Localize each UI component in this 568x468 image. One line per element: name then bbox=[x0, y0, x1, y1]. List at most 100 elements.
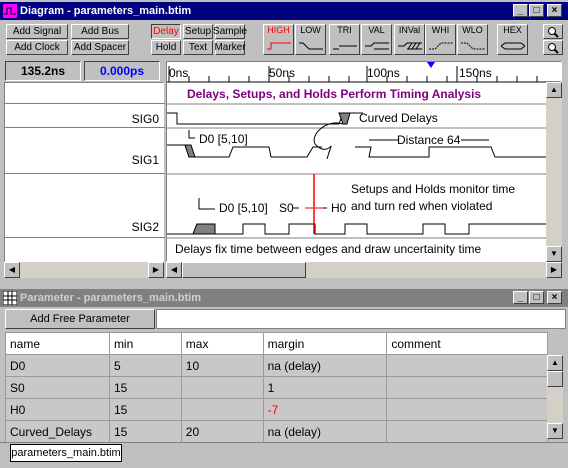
add-bus-button[interactable]: Add Bus bbox=[71, 24, 129, 39]
cell-comment[interactable] bbox=[386, 398, 548, 421]
wave-scroll-down-button[interactable]: ▼ bbox=[546, 246, 562, 262]
cell-max[interactable] bbox=[180, 376, 264, 399]
low-wave-label: LOW bbox=[300, 25, 321, 35]
marker-button[interactable]: Marker bbox=[214, 40, 246, 55]
cell-comment[interactable] bbox=[386, 376, 548, 399]
timing-heading: Delays, Setups, and Holds Perform Timing… bbox=[187, 87, 482, 101]
table-vscrollbar[interactable]: ▲ ▼ bbox=[547, 355, 563, 439]
inval-wave-icon bbox=[398, 42, 422, 50]
header-name[interactable]: name bbox=[5, 332, 110, 355]
wlo-wave-button[interactable]: WLO bbox=[457, 24, 488, 55]
table-scroll-thumb[interactable] bbox=[547, 371, 563, 387]
cell-name[interactable]: D0 bbox=[5, 354, 110, 377]
table-row[interactable]: H0 15 -7 bbox=[5, 398, 548, 421]
cell-name[interactable]: H0 bbox=[5, 398, 110, 421]
wave-scroll-right-button[interactable]: ▶ bbox=[546, 262, 562, 278]
add-spacer-button[interactable]: Add Spacer bbox=[71, 40, 129, 55]
wlo-wave-icon bbox=[461, 42, 485, 50]
cell-margin: 1 bbox=[262, 376, 388, 399]
sig1-waveform[interactable] bbox=[167, 144, 562, 158]
val-wave-label: VAL bbox=[368, 25, 385, 35]
spacer-row bbox=[5, 83, 165, 104]
time-marker-icon[interactable] bbox=[427, 62, 435, 68]
cell-max[interactable] bbox=[180, 398, 264, 421]
parameter-title-bar[interactable]: Parameter - parameters_main.btim _ □ × bbox=[0, 289, 568, 307]
text-button[interactable]: Text bbox=[183, 40, 213, 55]
cell-margin-violated: -7 bbox=[262, 398, 388, 421]
close-button[interactable]: × bbox=[547, 4, 562, 17]
high-wave-icon bbox=[267, 42, 291, 50]
table-row[interactable]: Curved_Delays 15 20 na (delay) bbox=[5, 420, 548, 443]
signal-panel-scrollbar[interactable]: ◀ ▶ bbox=[4, 262, 164, 278]
table-scroll-up-button[interactable]: ▲ bbox=[547, 355, 563, 371]
minimize-button[interactable]: _ bbox=[513, 4, 528, 17]
whi-wave-icon bbox=[429, 42, 453, 50]
scroll-left-button[interactable]: ◀ bbox=[4, 262, 20, 278]
header-min[interactable]: min bbox=[108, 332, 182, 355]
hold-button[interactable]: Hold bbox=[151, 40, 181, 55]
signal-sig1[interactable]: SIG1 bbox=[5, 128, 165, 174]
high-wave-button[interactable]: HIGH bbox=[263, 24, 294, 55]
cell-max[interactable]: 10 bbox=[180, 354, 264, 377]
table-row[interactable]: S0 15 1 bbox=[5, 376, 548, 399]
cell-name[interactable]: S0 bbox=[5, 376, 110, 399]
signal-sig2[interactable]: SIG2 bbox=[5, 174, 165, 238]
add-clock-button[interactable]: Add Clock bbox=[6, 40, 68, 55]
wave-scroll-thumb[interactable] bbox=[182, 262, 306, 278]
param-close-button[interactable]: × bbox=[547, 291, 562, 304]
cell-margin: na (delay) bbox=[262, 420, 388, 443]
table-icon bbox=[3, 291, 17, 305]
curved-delays-label: Curved Delays bbox=[359, 111, 438, 125]
cell-max[interactable]: 20 bbox=[180, 420, 264, 443]
cell-comment[interactable] bbox=[386, 420, 548, 443]
hex-wave-label: HEX bbox=[503, 25, 522, 35]
parameter-edit-field[interactable] bbox=[156, 309, 566, 329]
wave-scroll-up-button[interactable]: ▲ bbox=[546, 82, 562, 98]
ruler-label-50ns: 50ns bbox=[269, 66, 296, 80]
scroll-right-button[interactable]: ▶ bbox=[148, 262, 164, 278]
sample-button[interactable]: Sample bbox=[213, 24, 247, 39]
waveform-vscrollbar[interactable]: ▲ ▼ bbox=[546, 82, 562, 262]
add-signal-button[interactable]: Add Signal bbox=[6, 24, 68, 39]
header-margin[interactable]: margin bbox=[262, 332, 388, 355]
cell-min[interactable]: 5 bbox=[108, 354, 182, 377]
header-max[interactable]: max bbox=[180, 332, 264, 355]
setup-button[interactable]: Setup bbox=[183, 24, 213, 39]
sig0-waveform[interactable] bbox=[167, 112, 363, 125]
param-minimize-button[interactable]: _ bbox=[513, 291, 528, 304]
diagram-title-bar[interactable]: Diagram - parameters_main.btim _ □ × bbox=[0, 2, 568, 20]
cell-min[interactable]: 15 bbox=[108, 376, 182, 399]
cell-min[interactable]: 15 bbox=[108, 420, 182, 443]
table-row[interactable]: D0 5 10 na (delay) bbox=[5, 354, 548, 377]
high-wave-label: HIGH bbox=[267, 25, 290, 35]
cell-name[interactable]: Curved_Delays bbox=[5, 420, 110, 443]
maximize-button[interactable]: □ bbox=[529, 4, 544, 17]
zoom-out-button[interactable] bbox=[543, 40, 563, 55]
zoom-in-button[interactable] bbox=[543, 24, 563, 39]
add-free-parameter-button[interactable]: Add Free Parameter bbox=[5, 309, 155, 329]
whi-wave-button[interactable]: WHI bbox=[425, 24, 456, 55]
header-comment[interactable]: comment bbox=[386, 332, 548, 355]
diagram-window-title: Diagram - parameters_main.btim bbox=[20, 5, 192, 17]
table-scroll-down-button[interactable]: ▼ bbox=[547, 423, 563, 439]
inval-wave-button[interactable]: INVal bbox=[394, 24, 425, 55]
delta-readout: 0.000ps bbox=[84, 61, 160, 81]
param-maximize-button[interactable]: □ bbox=[529, 291, 544, 304]
wave-scroll-left-button[interactable]: ◀ bbox=[166, 262, 182, 278]
low-wave-button[interactable]: LOW bbox=[295, 24, 326, 55]
signal-sig0[interactable]: SIG0 bbox=[5, 104, 165, 128]
tab-parameters-main[interactable]: parameters_main.btim bbox=[10, 444, 122, 462]
waveform-hscrollbar[interactable]: ◀ ▶ bbox=[166, 262, 562, 278]
tri-wave-button[interactable]: TRI bbox=[329, 24, 360, 55]
val-wave-button[interactable]: VAL bbox=[361, 24, 392, 55]
sig2-waveform[interactable] bbox=[167, 223, 562, 235]
delay-button[interactable]: Delay bbox=[151, 24, 181, 39]
hex-wave-button[interactable]: HEX bbox=[497, 24, 528, 55]
zoom-in-icon bbox=[548, 26, 559, 38]
cell-comment[interactable] bbox=[386, 354, 548, 377]
waveform-panel[interactable]: 0ns 50ns 100ns 150ns Delays, Setups, and… bbox=[166, 61, 562, 262]
cell-min[interactable]: 15 bbox=[108, 398, 182, 421]
val-wave-icon bbox=[365, 42, 389, 50]
diagram-app-icon bbox=[3, 4, 17, 18]
setup-note-line2: and turn red when violated bbox=[351, 199, 493, 213]
